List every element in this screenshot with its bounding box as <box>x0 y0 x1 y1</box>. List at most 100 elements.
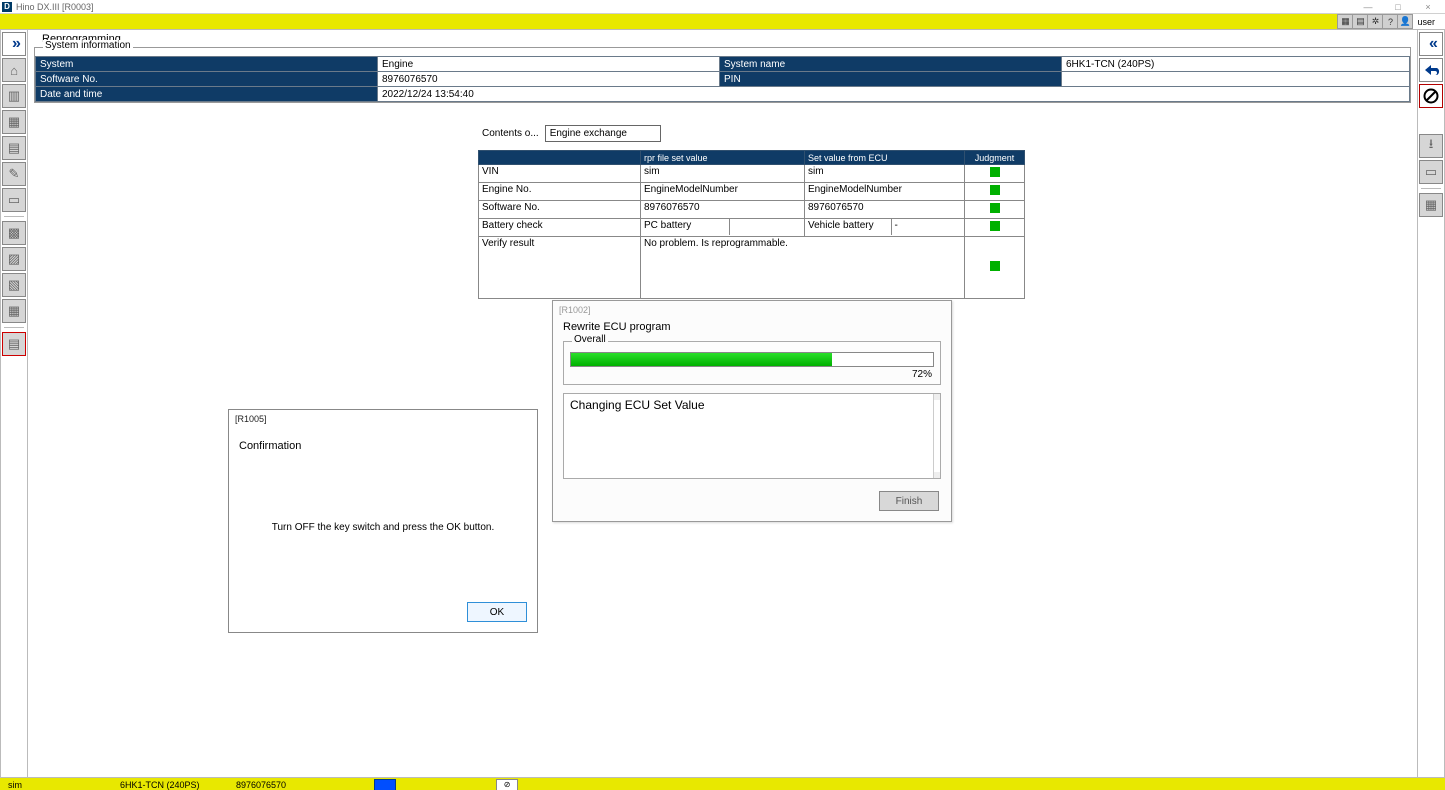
verify-judgment <box>965 165 1025 183</box>
chevron-right-icon: » <box>12 35 16 53</box>
ok-indicator-icon <box>990 221 1000 231</box>
verify-judgment <box>965 183 1025 201</box>
collapse-sidebar-button[interactable]: « <box>1419 32 1443 56</box>
progress-percent-label: 72% <box>570 367 934 380</box>
finish-button[interactable]: Finish <box>879 491 939 511</box>
sysinfo-label: System <box>36 57 378 72</box>
sysinfo-value: Engine <box>378 57 720 72</box>
window-title: Hino DX.III [R0003] <box>16 2 94 12</box>
ok-indicator-icon <box>990 203 1000 213</box>
contents-dropdown-value: Engine exchange <box>550 128 627 139</box>
table-row: Verify result No problem. Is reprogramma… <box>479 237 1025 299</box>
rewrite-panel-title: Rewrite ECU program <box>553 315 951 337</box>
verify-header: Set value from ECU <box>805 151 965 165</box>
sysinfo-label: Software No. <box>36 72 378 87</box>
ok-indicator-icon <box>990 167 1000 177</box>
right-sidebar-item-3[interactable]: ▦ <box>1419 193 1443 217</box>
left-sidebar: » ⌂ ▥ ▦ ▤ ✎ ▭ ▩ ▨ ▧ ▦ ▤ <box>0 29 28 778</box>
progress-fill <box>571 353 832 366</box>
status-scrollbar[interactable] <box>933 394 940 478</box>
back-arrow-icon <box>1422 63 1440 77</box>
user-icon[interactable]: 👤 <box>1397 14 1413 29</box>
verify-name: Software No. <box>479 201 641 219</box>
settings-icon[interactable]: ✲ <box>1367 14 1383 29</box>
system-information-label: System information <box>43 40 133 51</box>
verify-name: Verify result <box>479 237 641 299</box>
verify-judgment <box>965 237 1025 299</box>
sysinfo-value: 2022/12/24 13:54:40 <box>378 87 1410 102</box>
right-sidebar-item-1[interactable]: ⭳ <box>1419 134 1443 158</box>
help-icon[interactable]: ? <box>1382 14 1398 29</box>
chevron-left-icon: « <box>1429 35 1433 53</box>
sysinfo-value: 8976076570 <box>378 72 720 87</box>
sidebar-reprogramming-icon[interactable]: ▤ <box>2 332 26 356</box>
no-entry-icon <box>1423 88 1439 104</box>
verify-header <box>479 151 641 165</box>
table-row: System Engine System name 6HK1-TCN (240P… <box>36 57 1410 72</box>
sidebar-item-4[interactable]: ▤ <box>2 136 26 160</box>
verify-table: rpr file set value Set value from ECU Ju… <box>478 150 1025 299</box>
sysinfo-value: 6HK1-TCN (240PS) <box>1062 57 1410 72</box>
window-minimize-button[interactable]: — <box>1353 1 1383 13</box>
window-close-button[interactable]: × <box>1413 1 1443 13</box>
sysinfo-label: Date and time <box>36 87 378 102</box>
confirmation-panel: [R1005] Confirmation Turn OFF the key sw… <box>228 409 538 633</box>
verify-rpr: 8976076570 <box>641 201 805 219</box>
top-icon-1[interactable]: ▦ <box>1337 14 1353 29</box>
window-titlebar: D Hino DX.III [R0003] — □ × <box>0 0 1445 14</box>
ok-button[interactable]: OK <box>467 602 527 622</box>
main-content: Reprogramming System information System … <box>28 29 1417 778</box>
sysinfo-label: System name <box>720 57 1062 72</box>
table-row: Engine No. EngineModelNumber EngineModel… <box>479 183 1025 201</box>
right-sidebar: « ⭳ ▭ ▦ <box>1417 29 1445 778</box>
sidebar-item-6[interactable]: ▭ <box>2 188 26 212</box>
table-row: Software No. 8976076570 PIN <box>36 72 1410 87</box>
contents-row: Contents o... Engine exchange <box>482 125 1417 142</box>
status-software: 8976076570 <box>228 780 294 790</box>
right-sidebar-item-2[interactable]: ▭ <box>1419 160 1443 184</box>
table-row: VIN sim sim <box>479 165 1025 183</box>
status-sim: sim <box>0 780 112 790</box>
confirmation-title: Confirmation <box>229 428 537 452</box>
sidebar-item-7[interactable]: ▩ <box>2 221 26 245</box>
table-header-row: rpr file set value Set value from ECU Ju… <box>479 151 1025 165</box>
battery-vehicle-value: - <box>891 219 964 235</box>
window-maximize-button[interactable]: □ <box>1383 1 1413 13</box>
verify-rpr: sim <box>641 165 805 183</box>
app-icon: D <box>2 2 12 12</box>
battery-pc-value <box>729 219 804 235</box>
sidebar-item-8[interactable]: ▨ <box>2 247 26 271</box>
sidebar-item-10[interactable]: ▦ <box>2 299 26 323</box>
confirmation-message: Turn OFF the key switch and press the OK… <box>229 522 537 533</box>
expand-sidebar-button[interactable]: » <box>2 32 26 56</box>
ok-indicator-icon <box>990 261 1000 271</box>
table-row: Battery check PC battery Vehicle battery… <box>479 219 1025 237</box>
top-toolbar: ▦ ▤ ✲ ? 👤 user <box>0 14 1445 29</box>
sidebar-item-5[interactable]: ✎ <box>2 162 26 186</box>
top-icon-2[interactable]: ▤ <box>1352 14 1368 29</box>
sidebar-item-3[interactable]: ▦ <box>2 110 26 134</box>
verify-header: rpr file set value <box>641 151 805 165</box>
contents-dropdown[interactable]: Engine exchange <box>545 125 661 142</box>
ok-indicator-icon <box>990 185 1000 195</box>
progress-bar <box>570 352 934 367</box>
status-system: 6HK1-TCN (240PS) <box>112 780 228 790</box>
status-link-icon: ⊘ <box>496 779 518 790</box>
contents-label: Contents o... <box>482 128 539 139</box>
verify-judgment <box>965 201 1025 219</box>
cancel-button[interactable] <box>1419 84 1443 108</box>
sidebar-home-icon[interactable]: ⌂ <box>2 58 26 82</box>
sidebar-item-2[interactable]: ▥ <box>2 84 26 108</box>
sidebar-item-9[interactable]: ▧ <box>2 273 26 297</box>
user-label: user <box>1413 14 1445 29</box>
status-connection-icon <box>374 779 396 790</box>
rewrite-panel-id: [R1002] <box>553 301 951 315</box>
back-button[interactable] <box>1419 58 1443 82</box>
confirmation-panel-id: [R1005] <box>229 410 537 428</box>
system-information-table: System Engine System name 6HK1-TCN (240P… <box>35 56 1410 102</box>
verify-judgment <box>965 219 1025 237</box>
verify-result-text: No problem. Is reprogrammable. <box>641 237 965 299</box>
status-bar: sim 6HK1-TCN (240PS) 8976076570 ⊘ <box>0 778 1445 790</box>
status-text: Changing ECU Set Value <box>570 398 705 412</box>
rewrite-ecu-panel: [R1002] Rewrite ECU program Overall 72% … <box>552 300 952 522</box>
